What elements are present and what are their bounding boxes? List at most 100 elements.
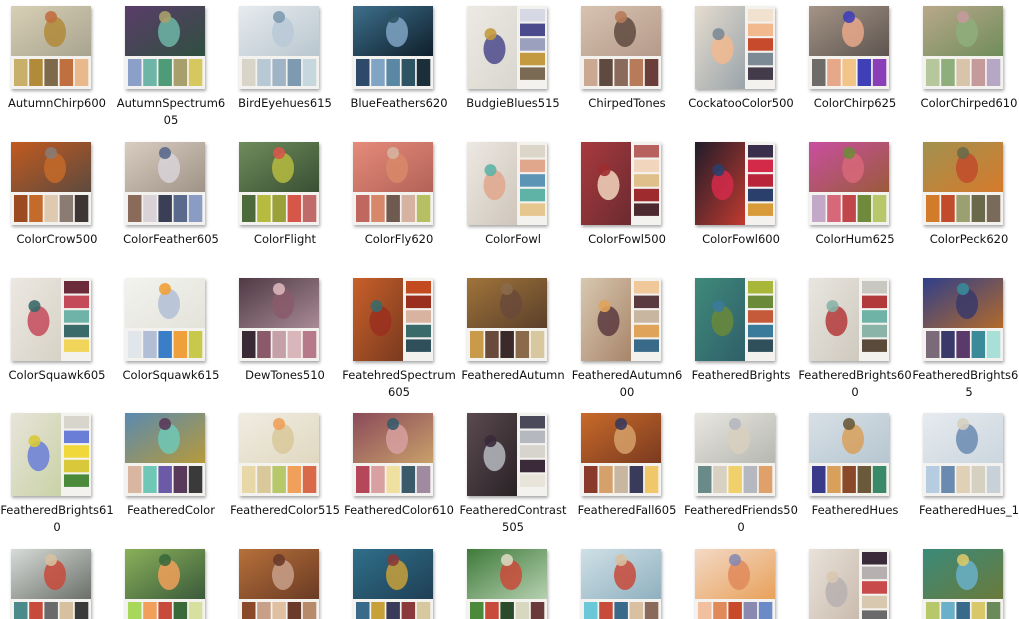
color-swatch bbox=[356, 466, 370, 493]
image-thumbnail[interactable] bbox=[239, 549, 319, 619]
image-thumbnail[interactable] bbox=[353, 549, 433, 619]
image-thumbnail[interactable] bbox=[239, 6, 319, 89]
image-thumbnail[interactable] bbox=[923, 549, 1003, 619]
color-swatch bbox=[173, 331, 188, 358]
image-thumbnail[interactable] bbox=[581, 278, 661, 361]
image-thumbnail[interactable] bbox=[125, 278, 205, 361]
image-thumbnail[interactable] bbox=[11, 278, 91, 361]
color-swatch bbox=[173, 602, 188, 619]
color-swatch bbox=[862, 610, 887, 619]
image-thumbnail[interactable] bbox=[125, 142, 205, 225]
color-swatch bbox=[634, 203, 659, 216]
file-name-label: FeatheredBrights600 bbox=[798, 368, 912, 399]
file-icon-grid: AutumnChirp600 AutumnSpectrum605 BirdEyehu… bbox=[0, 0, 1019, 619]
image-thumbnail[interactable] bbox=[581, 549, 661, 619]
color-swatch bbox=[748, 38, 773, 51]
color-swatch bbox=[728, 466, 742, 493]
image-thumbnail[interactable] bbox=[695, 413, 775, 496]
color-swatch bbox=[287, 195, 302, 222]
image-thumbnail[interactable] bbox=[695, 142, 775, 225]
color-swatch bbox=[530, 602, 545, 619]
image-thumbnail[interactable] bbox=[695, 6, 775, 89]
file-name-label: FeatheredHues bbox=[811, 503, 899, 517]
color-swatch bbox=[158, 331, 172, 358]
thumbnail-preview bbox=[809, 413, 889, 496]
color-swatch bbox=[302, 331, 317, 358]
image-thumbnail[interactable] bbox=[467, 6, 547, 89]
color-swatch bbox=[926, 59, 940, 86]
color-swatch bbox=[862, 295, 887, 309]
image-thumbnail[interactable] bbox=[467, 278, 547, 361]
color-swatch bbox=[188, 59, 203, 86]
thumbnail-preview bbox=[125, 6, 205, 89]
color-swatch bbox=[520, 67, 545, 80]
color-swatch bbox=[857, 59, 872, 86]
color-swatch bbox=[986, 602, 1001, 619]
color-swatch bbox=[257, 602, 271, 619]
image-thumbnail[interactable] bbox=[467, 142, 547, 225]
color-swatch bbox=[158, 59, 172, 86]
color-swatch bbox=[644, 602, 659, 619]
image-thumbnail[interactable] bbox=[353, 142, 433, 225]
color-swatch bbox=[406, 339, 431, 352]
color-swatch bbox=[614, 602, 628, 619]
image-thumbnail[interactable] bbox=[923, 278, 1003, 361]
file-name-label: ColorCrow500 bbox=[16, 232, 98, 246]
color-swatch bbox=[64, 339, 89, 352]
color-swatch bbox=[272, 466, 286, 493]
image-thumbnail[interactable] bbox=[11, 413, 91, 496]
color-swatch bbox=[74, 602, 89, 619]
file-name-label: ColorSquawk605 bbox=[8, 368, 106, 382]
image-thumbnail[interactable] bbox=[125, 549, 205, 619]
color-swatch bbox=[634, 188, 659, 202]
color-swatch bbox=[188, 466, 203, 493]
image-thumbnail[interactable] bbox=[923, 413, 1003, 496]
image-thumbnail[interactable] bbox=[11, 549, 91, 619]
thumbnail-preview bbox=[467, 549, 547, 619]
color-swatch bbox=[520, 459, 545, 473]
color-swatch bbox=[748, 281, 773, 294]
image-thumbnail[interactable] bbox=[353, 6, 433, 89]
image-thumbnail[interactable] bbox=[239, 142, 319, 225]
color-swatch bbox=[520, 416, 545, 429]
image-thumbnail[interactable] bbox=[809, 549, 889, 619]
color-swatch bbox=[272, 59, 286, 86]
color-swatch bbox=[614, 466, 628, 493]
image-thumbnail[interactable] bbox=[239, 413, 319, 496]
image-thumbnail[interactable] bbox=[809, 6, 889, 89]
color-swatch bbox=[242, 331, 256, 358]
thumbnail-preview bbox=[125, 278, 205, 361]
image-thumbnail[interactable] bbox=[467, 413, 547, 496]
color-swatch bbox=[872, 466, 887, 493]
image-thumbnail[interactable] bbox=[923, 142, 1003, 225]
image-thumbnail[interactable] bbox=[923, 6, 1003, 89]
image-thumbnail[interactable] bbox=[581, 413, 661, 496]
image-thumbnail[interactable] bbox=[125, 413, 205, 496]
image-thumbnail[interactable] bbox=[695, 278, 775, 361]
color-swatch bbox=[128, 466, 142, 493]
image-thumbnail[interactable] bbox=[353, 413, 433, 496]
color-swatch bbox=[242, 59, 256, 86]
image-thumbnail[interactable] bbox=[353, 278, 433, 361]
image-thumbnail[interactable] bbox=[467, 549, 547, 619]
image-thumbnail[interactable] bbox=[581, 142, 661, 225]
file-name-label: ColorSquawk615 bbox=[122, 368, 220, 382]
color-swatch bbox=[515, 602, 530, 619]
image-thumbnail[interactable] bbox=[11, 6, 91, 89]
image-thumbnail[interactable] bbox=[695, 549, 775, 619]
thumbnail-preview bbox=[809, 549, 889, 619]
color-swatch bbox=[634, 295, 659, 309]
image-thumbnail[interactable] bbox=[125, 6, 205, 89]
image-thumbnail[interactable] bbox=[581, 6, 661, 89]
color-swatch bbox=[64, 459, 89, 473]
image-thumbnail[interactable] bbox=[809, 413, 889, 496]
image-thumbnail[interactable] bbox=[809, 278, 889, 361]
file-name-label: ColorFowl500 bbox=[588, 232, 666, 246]
image-thumbnail[interactable] bbox=[239, 278, 319, 361]
image-thumbnail[interactable] bbox=[809, 142, 889, 225]
color-swatch bbox=[242, 195, 256, 222]
file-name-label: ColorFlight bbox=[253, 232, 317, 246]
color-swatch bbox=[926, 331, 940, 358]
color-swatch bbox=[173, 59, 188, 86]
image-thumbnail[interactable] bbox=[11, 142, 91, 225]
